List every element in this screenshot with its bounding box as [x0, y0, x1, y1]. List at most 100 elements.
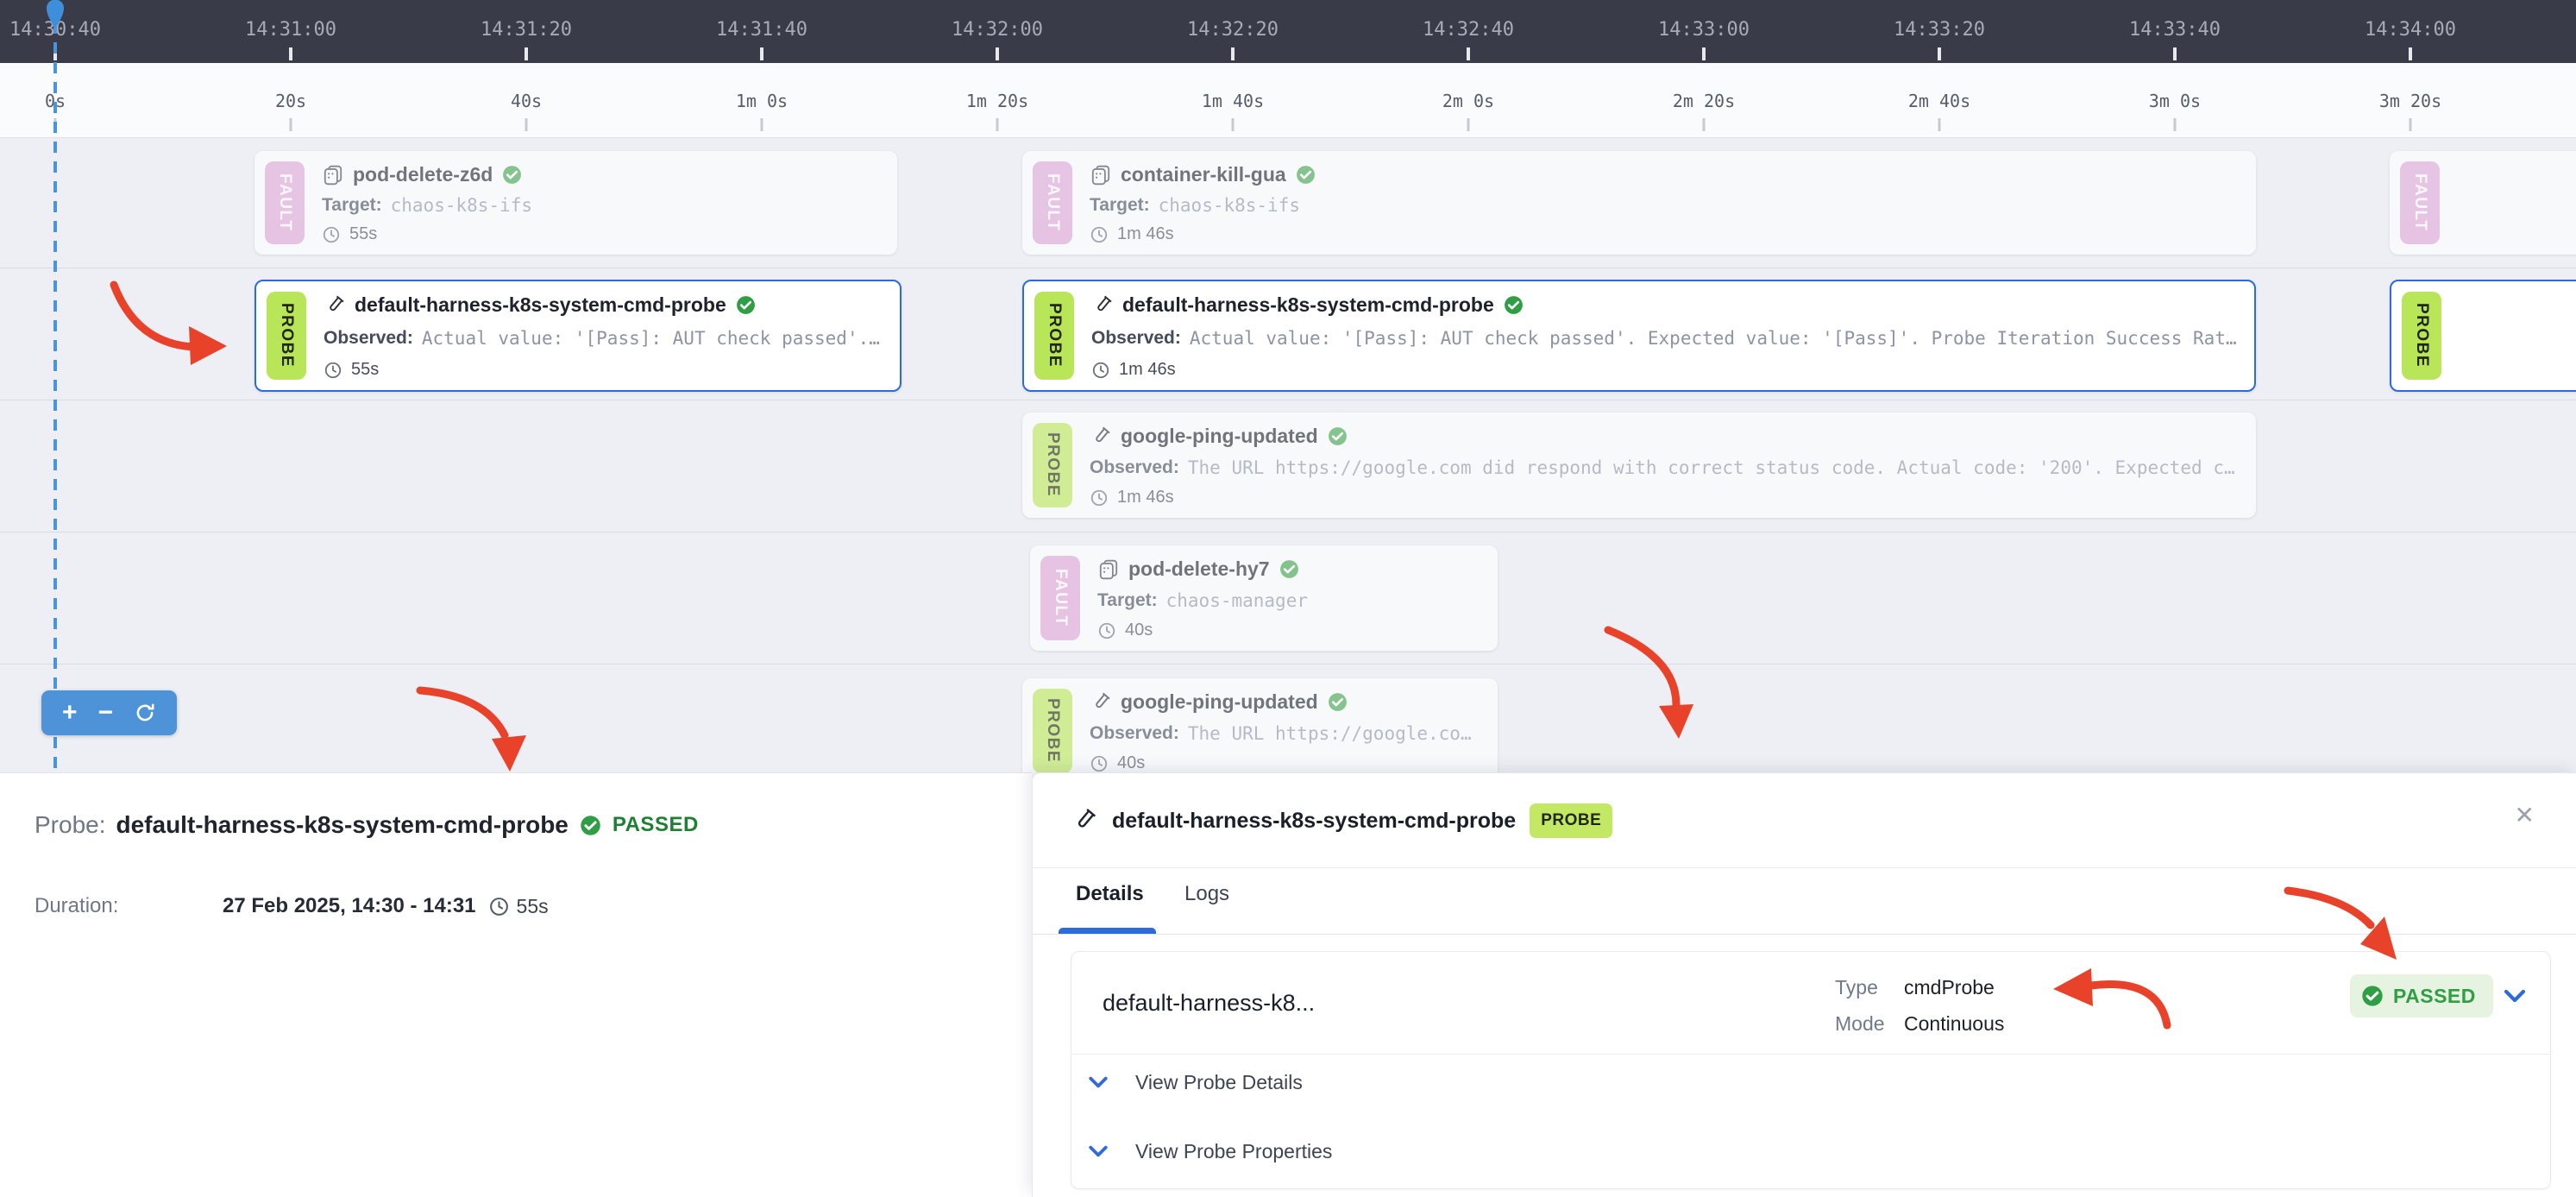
fault-icon [1097, 558, 1120, 581]
offset-tick [1938, 118, 1941, 131]
offset-tick-label: 3m 20s [2379, 91, 2441, 111]
probe-badge: PROBE [267, 292, 306, 380]
probe-icon [1071, 807, 1098, 835]
card-duration: 1m 46s [1119, 360, 1176, 380]
close-icon[interactable]: ✕ [2515, 801, 2535, 829]
chevron-down-icon[interactable] [2500, 981, 2529, 1011]
clock-icon [1097, 621, 1116, 640]
fault-card-pod-delete-z6d[interactable]: FAULT pod-delete-z6d Target:chaos-k8s-if… [254, 151, 897, 255]
offset-tick-label: 2m 40s [1908, 91, 1970, 111]
clock-tick [1702, 47, 1706, 60]
probe-icon [1090, 691, 1112, 714]
clock-icon [322, 225, 341, 244]
clock-tick-label: 14:33:20 [1894, 19, 1985, 41]
success-check-icon [1503, 294, 1524, 316]
probe-card-google-ping-2[interactable]: PROBE google-ping-updated Observed:The U… [1022, 678, 1498, 784]
card-duration: 40s [1117, 753, 1145, 773]
probe-name-truncated: default-harness-k8... [1103, 990, 1315, 1017]
probe-card-truncated[interactable]: PROBE [2390, 280, 2576, 392]
duration-label: Duration: [35, 894, 223, 918]
card-duration: 55s [351, 360, 379, 380]
view-probe-details-link[interactable]: View Probe Details [1085, 1069, 1303, 1095]
tabs-divider [1033, 934, 2576, 935]
card-title: default-harness-k8s-system-cmd-probe [1122, 293, 1494, 317]
duration-seconds: 55s [517, 895, 549, 918]
header-divider [1033, 867, 2576, 868]
fault-badge: FAULT [1033, 161, 1072, 244]
offset-tick-label: 1m 20s [966, 91, 1028, 111]
target-label: Target: [1090, 195, 1150, 216]
observed-value: Actual value: '[Pass]: AUT check passed'… [1190, 328, 2239, 349]
fault-badge: FAULT [265, 161, 305, 244]
zoom-reset-button[interactable] [134, 702, 156, 724]
success-check-icon [1279, 558, 1300, 580]
offset-tick [2174, 118, 2177, 131]
clock-tick-label: 14:31:40 [716, 19, 807, 41]
probe-type-badge: PROBE [1530, 803, 1612, 838]
fault-badge: FAULT [2400, 161, 2440, 244]
fault-card-truncated[interactable]: FAULT [2390, 151, 2576, 255]
type-label: Type [1835, 976, 1878, 999]
clock-icon [1090, 754, 1109, 773]
clock-tick [2409, 47, 2412, 60]
success-check-icon [579, 814, 602, 837]
offset-tick [290, 118, 292, 131]
probe-badge: PROBE [1033, 423, 1072, 507]
offset-tick-label: 2m 0s [1442, 91, 1494, 111]
card-title: default-harness-k8s-system-cmd-probe [355, 293, 726, 317]
probe-badge: PROBE [1034, 292, 1074, 380]
mode-value: Continuous [1904, 1012, 2004, 1036]
offset-tick-label: 1m 40s [1202, 91, 1264, 111]
observed-label: Observed: [324, 328, 413, 349]
success-check-icon [1327, 691, 1348, 713]
passed-status-text: PASSED [2393, 985, 2476, 1008]
card-divider [1071, 1054, 2550, 1055]
probe-card-cmd-probe-1[interactable]: PROBE default-harness-k8s-system-cmd-pro… [254, 280, 902, 392]
card-duration: 1m 46s [1117, 488, 1174, 507]
reset-zoom-icon [134, 702, 156, 724]
fault-badge: FAULT [1040, 556, 1080, 640]
card-title: pod-delete-z6d [353, 163, 493, 186]
offset-tick-label: 20s [275, 91, 306, 111]
probe-card-google-ping-1[interactable]: PROBE google-ping-updated Observed:The U… [1022, 413, 2256, 518]
card-duration: 1m 46s [1117, 224, 1174, 244]
fault-icon [322, 164, 344, 186]
clock-tick-label: 14:32:00 [952, 19, 1043, 41]
offset-tick-label: 40s [511, 91, 542, 111]
success-check-icon [501, 164, 523, 186]
mode-label: Mode [1835, 1012, 1885, 1036]
probe-card-cmd-probe-2[interactable]: PROBE default-harness-k8s-system-cmd-pro… [1022, 280, 2256, 392]
zoom-in-button[interactable]: + [62, 700, 78, 726]
type-value: cmdProbe [1904, 976, 1995, 999]
target-label: Target: [1097, 590, 1158, 611]
status-badge: PASSED [613, 813, 699, 837]
offset-tick [1232, 118, 1235, 131]
timeline-zoom-controls: + − [41, 690, 177, 735]
tab-logs[interactable]: Logs [1184, 882, 1229, 906]
target-value: chaos-k8s-ifs [391, 195, 532, 216]
observed-value: The URL https://google.com… [1188, 723, 1482, 744]
probe-badge: PROBE [2402, 292, 2441, 380]
offset-tick [1703, 118, 1706, 131]
observed-label: Observed: [1091, 328, 1181, 349]
passed-status-pill: PASSED [2350, 974, 2493, 1017]
card-title: container-kill-gua [1121, 163, 1286, 186]
success-check-icon [2360, 984, 2384, 1008]
fault-card-container-kill-gua[interactable]: FAULT container-kill-gua Target:chaos-k8… [1022, 151, 2256, 255]
playhead-pin[interactable] [45, 0, 66, 29]
probe-icon [324, 294, 346, 317]
chevron-down-icon [1085, 1069, 1111, 1095]
zoom-out-button[interactable]: − [98, 700, 114, 726]
clock-tick [1231, 47, 1235, 60]
offset-tick [2410, 118, 2412, 131]
clock-tick-label: 14:32:20 [1187, 19, 1279, 41]
view-probe-properties-link[interactable]: View Probe Properties [1085, 1138, 1332, 1164]
clock-icon [1090, 488, 1109, 507]
clock-icon [1090, 225, 1109, 244]
row-separator [0, 664, 2576, 665]
fault-card-pod-delete-hy7[interactable]: FAULT pod-delete-hy7 Target:chaos-manage… [1030, 545, 1498, 651]
duration-value: 27 Feb 2025, 14:30 - 14:31 [223, 894, 476, 918]
observed-label: Observed: [1090, 723, 1179, 744]
tab-details[interactable]: Details [1076, 882, 1144, 906]
clock-tick [289, 47, 292, 60]
